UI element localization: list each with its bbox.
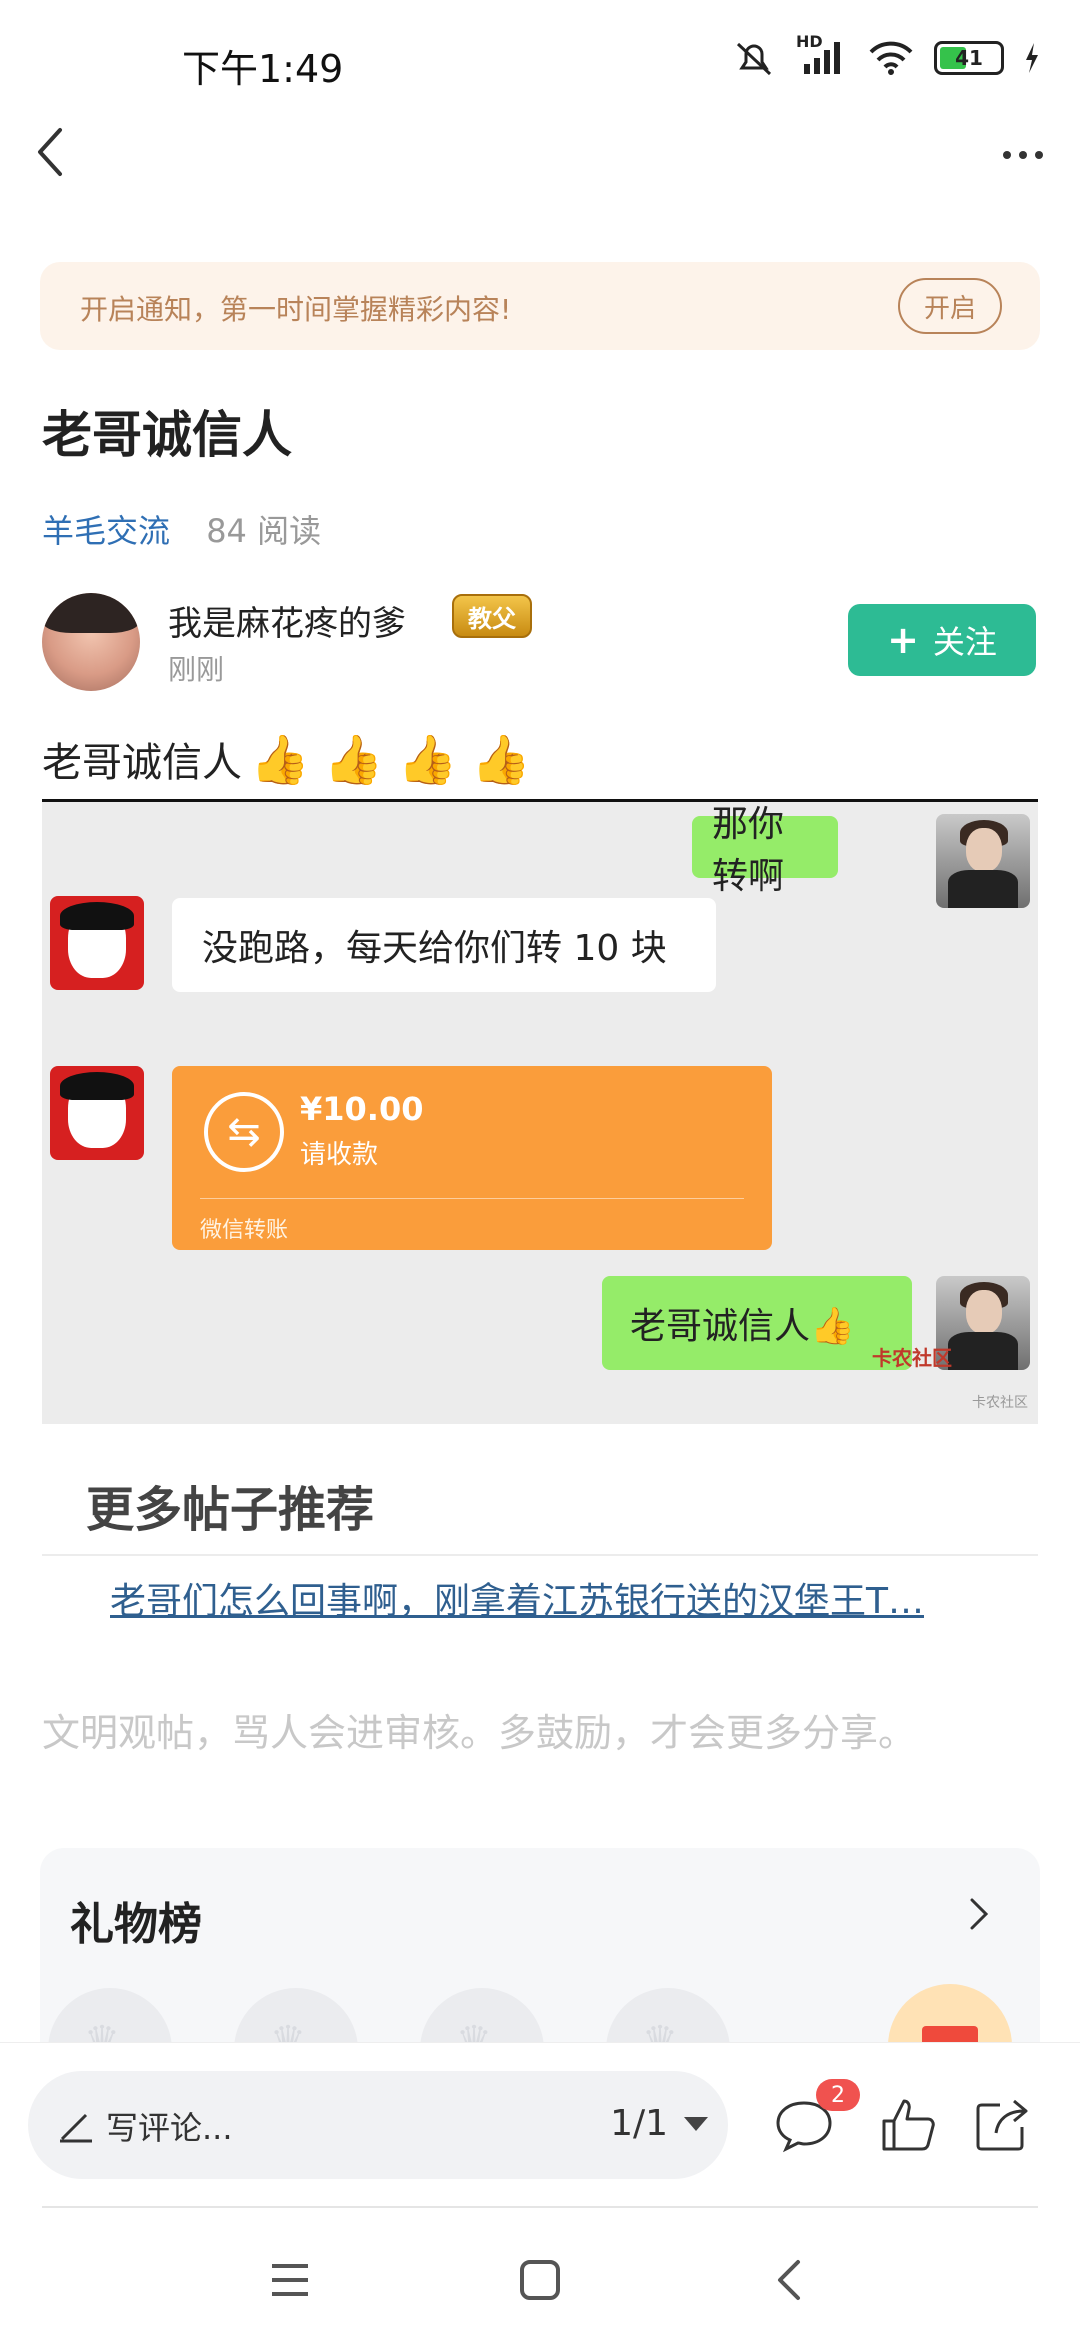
gift-slot: ♛ (420, 1988, 544, 2048)
more-posts-title: 更多帖子推荐 (86, 1482, 375, 1538)
post-body: 老哥诚信人 👍 👍 👍 👍 (42, 730, 531, 788)
gift-slot: ♛ (606, 1988, 730, 2048)
top-nav (0, 110, 1080, 200)
thumbs-emoji-group: 👍 👍 👍 👍 (250, 731, 531, 788)
notification-text: 开启通知，第一时间掌握精彩内容! (80, 293, 512, 326)
read-count: 84 阅读 (206, 512, 322, 550)
forum-link[interactable]: 羊毛交流 (42, 512, 170, 550)
thumbs-up-emoji: 👍 (397, 731, 458, 788)
menu-icon[interactable] (260, 2250, 320, 2310)
status-bar: 下午1:49 HD 41 (0, 0, 1080, 120)
divider (42, 2206, 1038, 2208)
thumbs-up-emoji: 👍 (323, 731, 384, 788)
transfer-footer: 微信转账 (200, 1218, 289, 1243)
chat-screenshot-image[interactable]: 那你转啊 没跑路，每天给你们转 10 块 ⇆ ¥10.00 请收款 微信转账 老… (42, 802, 1038, 1424)
dot-icon (1019, 151, 1027, 159)
signal-icon: HD (796, 32, 848, 78)
post-body-text: 老哥诚信人 (42, 740, 242, 786)
chat-text: 那你转啊 (712, 804, 785, 897)
bottom-action-bar: 写评论... 1/1 2 (0, 2042, 1080, 2212)
enable-notification-button[interactable]: 开启 (898, 278, 1002, 334)
caret-down-icon[interactable] (684, 2117, 708, 2131)
mute-bell-icon (736, 42, 772, 76)
back-button[interactable] (22, 122, 82, 182)
battery-level: 41 (955, 46, 983, 70)
author-avatar[interactable] (42, 593, 140, 691)
divider (42, 1554, 1038, 1556)
page-indicator[interactable]: 1/1 (610, 2103, 668, 2144)
wifi-icon (869, 41, 913, 75)
comment-input[interactable]: 写评论... 1/1 (28, 2071, 728, 2179)
thumbs-up-emoji: 👍 (471, 731, 532, 788)
chat-bubble-left-1: 没跑路，每天给你们转 10 块 (172, 898, 716, 992)
gift-leaderboard-title: 礼物榜 (70, 1899, 202, 1950)
follow-button[interactable]: + 关注 (848, 604, 1036, 676)
notification-banner: 开启通知，第一时间掌握精彩内容! 开启 (40, 262, 1040, 350)
charging-icon (1026, 43, 1038, 73)
civility-notice: 文明观帖，骂人会进审核。多鼓励，才会更多分享。 (42, 1711, 917, 1755)
status-icons: HD 41 (732, 32, 1040, 78)
chat-bubble-right-2: 老哥诚信人👍 (602, 1276, 912, 1370)
transfer-card: ⇆ ¥10.00 请收款 微信转账 (172, 1066, 772, 1250)
watermark-logo: 卡农社区 (872, 1346, 952, 1370)
send-gift-button[interactable] (888, 1984, 1012, 2048)
watermark-small: 卡农社区 (972, 1395, 1028, 1411)
system-nav-bar (0, 2220, 1080, 2340)
post-time: 刚刚 (168, 653, 225, 686)
post-meta: 羊毛交流 84 阅读 (42, 506, 321, 552)
dot-icon (1035, 151, 1043, 159)
chat-text: 没跑路，每天给你们转 10 块 (202, 928, 667, 969)
gift-leaderboard-card[interactable]: 礼物榜 ♛ ♛ ♛ ♛ (40, 1848, 1040, 2048)
plus-icon: + (887, 618, 919, 662)
post-title: 老哥诚信人 (42, 406, 292, 464)
comment-placeholder: 写评论... (106, 2109, 233, 2147)
gift-slot: ♛ (48, 1988, 172, 2048)
pencil-icon (60, 2113, 92, 2143)
chat-bubble-right-1: 那你转啊 (692, 804, 838, 897)
chevron-right-icon[interactable] (958, 1894, 998, 1934)
follow-label: 关注 (932, 623, 997, 661)
system-back-icon[interactable] (760, 2250, 820, 2310)
share-icon[interactable] (970, 2093, 1034, 2157)
comment-count-badge: 2 (816, 2079, 860, 2111)
chat-avatar-right (936, 814, 1030, 908)
thumbs-up-emoji: 👍 (250, 731, 310, 788)
battery-icon: 41 (934, 41, 1004, 75)
author-name[interactable]: 我是麻花疼的爹 (168, 596, 406, 645)
author-badge: 教父 (452, 594, 532, 638)
status-time: 下午1:49 (182, 47, 344, 91)
recommended-post-link[interactable]: 老哥们怎么回事啊，刚拿着江苏银行送的汉堡王T… (110, 1572, 990, 1624)
more-options-button[interactable] (988, 130, 1058, 180)
transfer-icon: ⇆ (204, 1092, 284, 1172)
transfer-status: 请收款 (300, 1140, 379, 1170)
dot-icon (1003, 151, 1011, 159)
like-icon[interactable] (876, 2093, 940, 2157)
chat-avatar-left (50, 896, 144, 990)
home-icon[interactable] (510, 2250, 570, 2310)
chat-text: 老哥诚信人👍 (630, 1306, 855, 1347)
transfer-amount: ¥10.00 (300, 1090, 424, 1128)
chat-avatar-left (50, 1066, 144, 1160)
gift-slot: ♛ (234, 1988, 358, 2048)
